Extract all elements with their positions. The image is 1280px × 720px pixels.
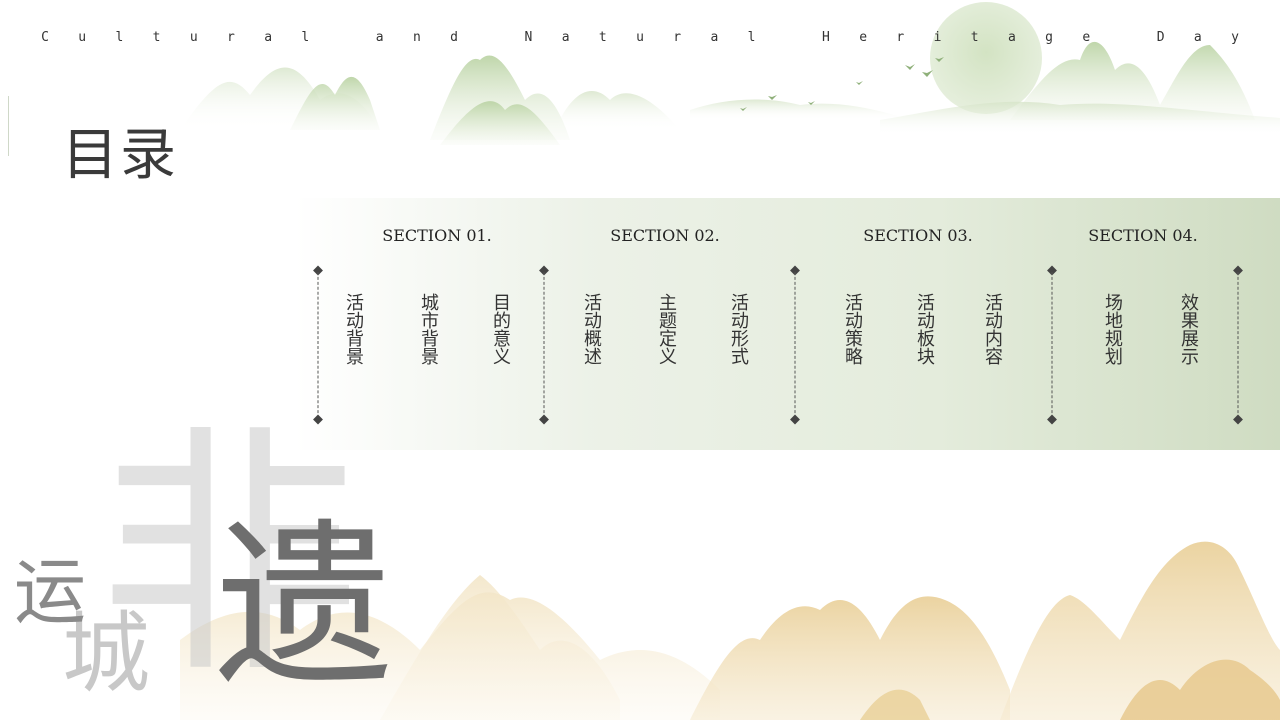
banner-letter: l [301, 30, 310, 45]
toc-item-activity-strategy[interactable]: 活动策略 [842, 293, 863, 365]
banner-letter: e [1082, 30, 1091, 45]
section-divider [1047, 265, 1057, 425]
slide: Cu l t u r a l a n d Na t u r a l He r i t a g e Da y 目录 SEC… [0, 0, 1280, 720]
banner-letter: a [1007, 30, 1016, 45]
toc-item-purpose-significance[interactable]: 目的意义 [490, 293, 511, 365]
banner-letter: a [710, 30, 719, 45]
toc-item-activity-background[interactable]: 活动背景 [343, 293, 364, 365]
toc-item-activity-format[interactable]: 活动形式 [728, 293, 749, 365]
left-accent-line [8, 96, 9, 156]
section-02-header: SECTION 02. [610, 226, 720, 245]
banner-letter: y [1231, 30, 1239, 45]
banner-letter: l [747, 30, 756, 45]
section-04-header: SECTION 04. [1088, 226, 1198, 245]
banner-letter: a [264, 30, 273, 45]
banner-letter: u [189, 30, 198, 45]
toc-item-activity-content[interactable]: 活动内容 [982, 293, 1003, 365]
banner-letter: u [636, 30, 644, 45]
banner-letter: N [524, 30, 533, 45]
banner-letter: D [1156, 30, 1165, 45]
section-03-header: SECTION 03. [863, 226, 973, 245]
toc-item-activity-modules[interactable]: 活动板块 [914, 293, 935, 365]
banner-letter: n [412, 30, 421, 45]
banner-letter [1118, 30, 1128, 45]
banner-letter [784, 30, 794, 45]
banner-letter: i [933, 30, 942, 45]
banner-letter: r [673, 30, 682, 45]
banner-english-title: Cu l t u r a l a n d Na t u r a l He r i t a g e Da y [40, 30, 1240, 45]
banner-letter: u [78, 30, 87, 45]
banner-letter: g [1045, 30, 1053, 45]
section-divider [1233, 265, 1243, 425]
banner-letter: a [375, 30, 384, 45]
section-01-header: SECTION 01. [382, 226, 492, 245]
banner-letter: e [859, 30, 868, 45]
toc-item-theme-definition[interactable]: 主题定义 [656, 293, 677, 365]
toc-item-city-background[interactable]: 城市背景 [418, 293, 439, 365]
section-divider [539, 265, 549, 425]
page-title: 目录 [62, 123, 178, 188]
banner-letter: t [152, 30, 161, 45]
banner-letter: d [450, 30, 458, 45]
banner-letter: a [1193, 30, 1202, 45]
banner-letter [338, 30, 348, 45]
banner-letter: C [41, 30, 49, 45]
banner-letter: H [822, 30, 830, 45]
banner-letter: r [227, 30, 235, 45]
toc-item-venue-planning[interactable]: 场地规划 [1102, 293, 1123, 365]
banner-letter [486, 30, 496, 45]
toc-item-activity-overview[interactable]: 活动概述 [581, 293, 602, 365]
section-divider [313, 265, 323, 425]
banner-letter: t [598, 30, 607, 45]
banner-letter: t [970, 30, 979, 45]
section-divider [790, 265, 800, 425]
banner-letter: l [115, 30, 124, 45]
banner-letter: r [896, 30, 905, 45]
decor-char-yi: 遗 [215, 503, 393, 710]
banner-letter: a [561, 30, 570, 45]
decor-char-yun: 运 [14, 550, 87, 634]
toc-item-effect-display[interactable]: 效果展示 [1178, 293, 1199, 365]
